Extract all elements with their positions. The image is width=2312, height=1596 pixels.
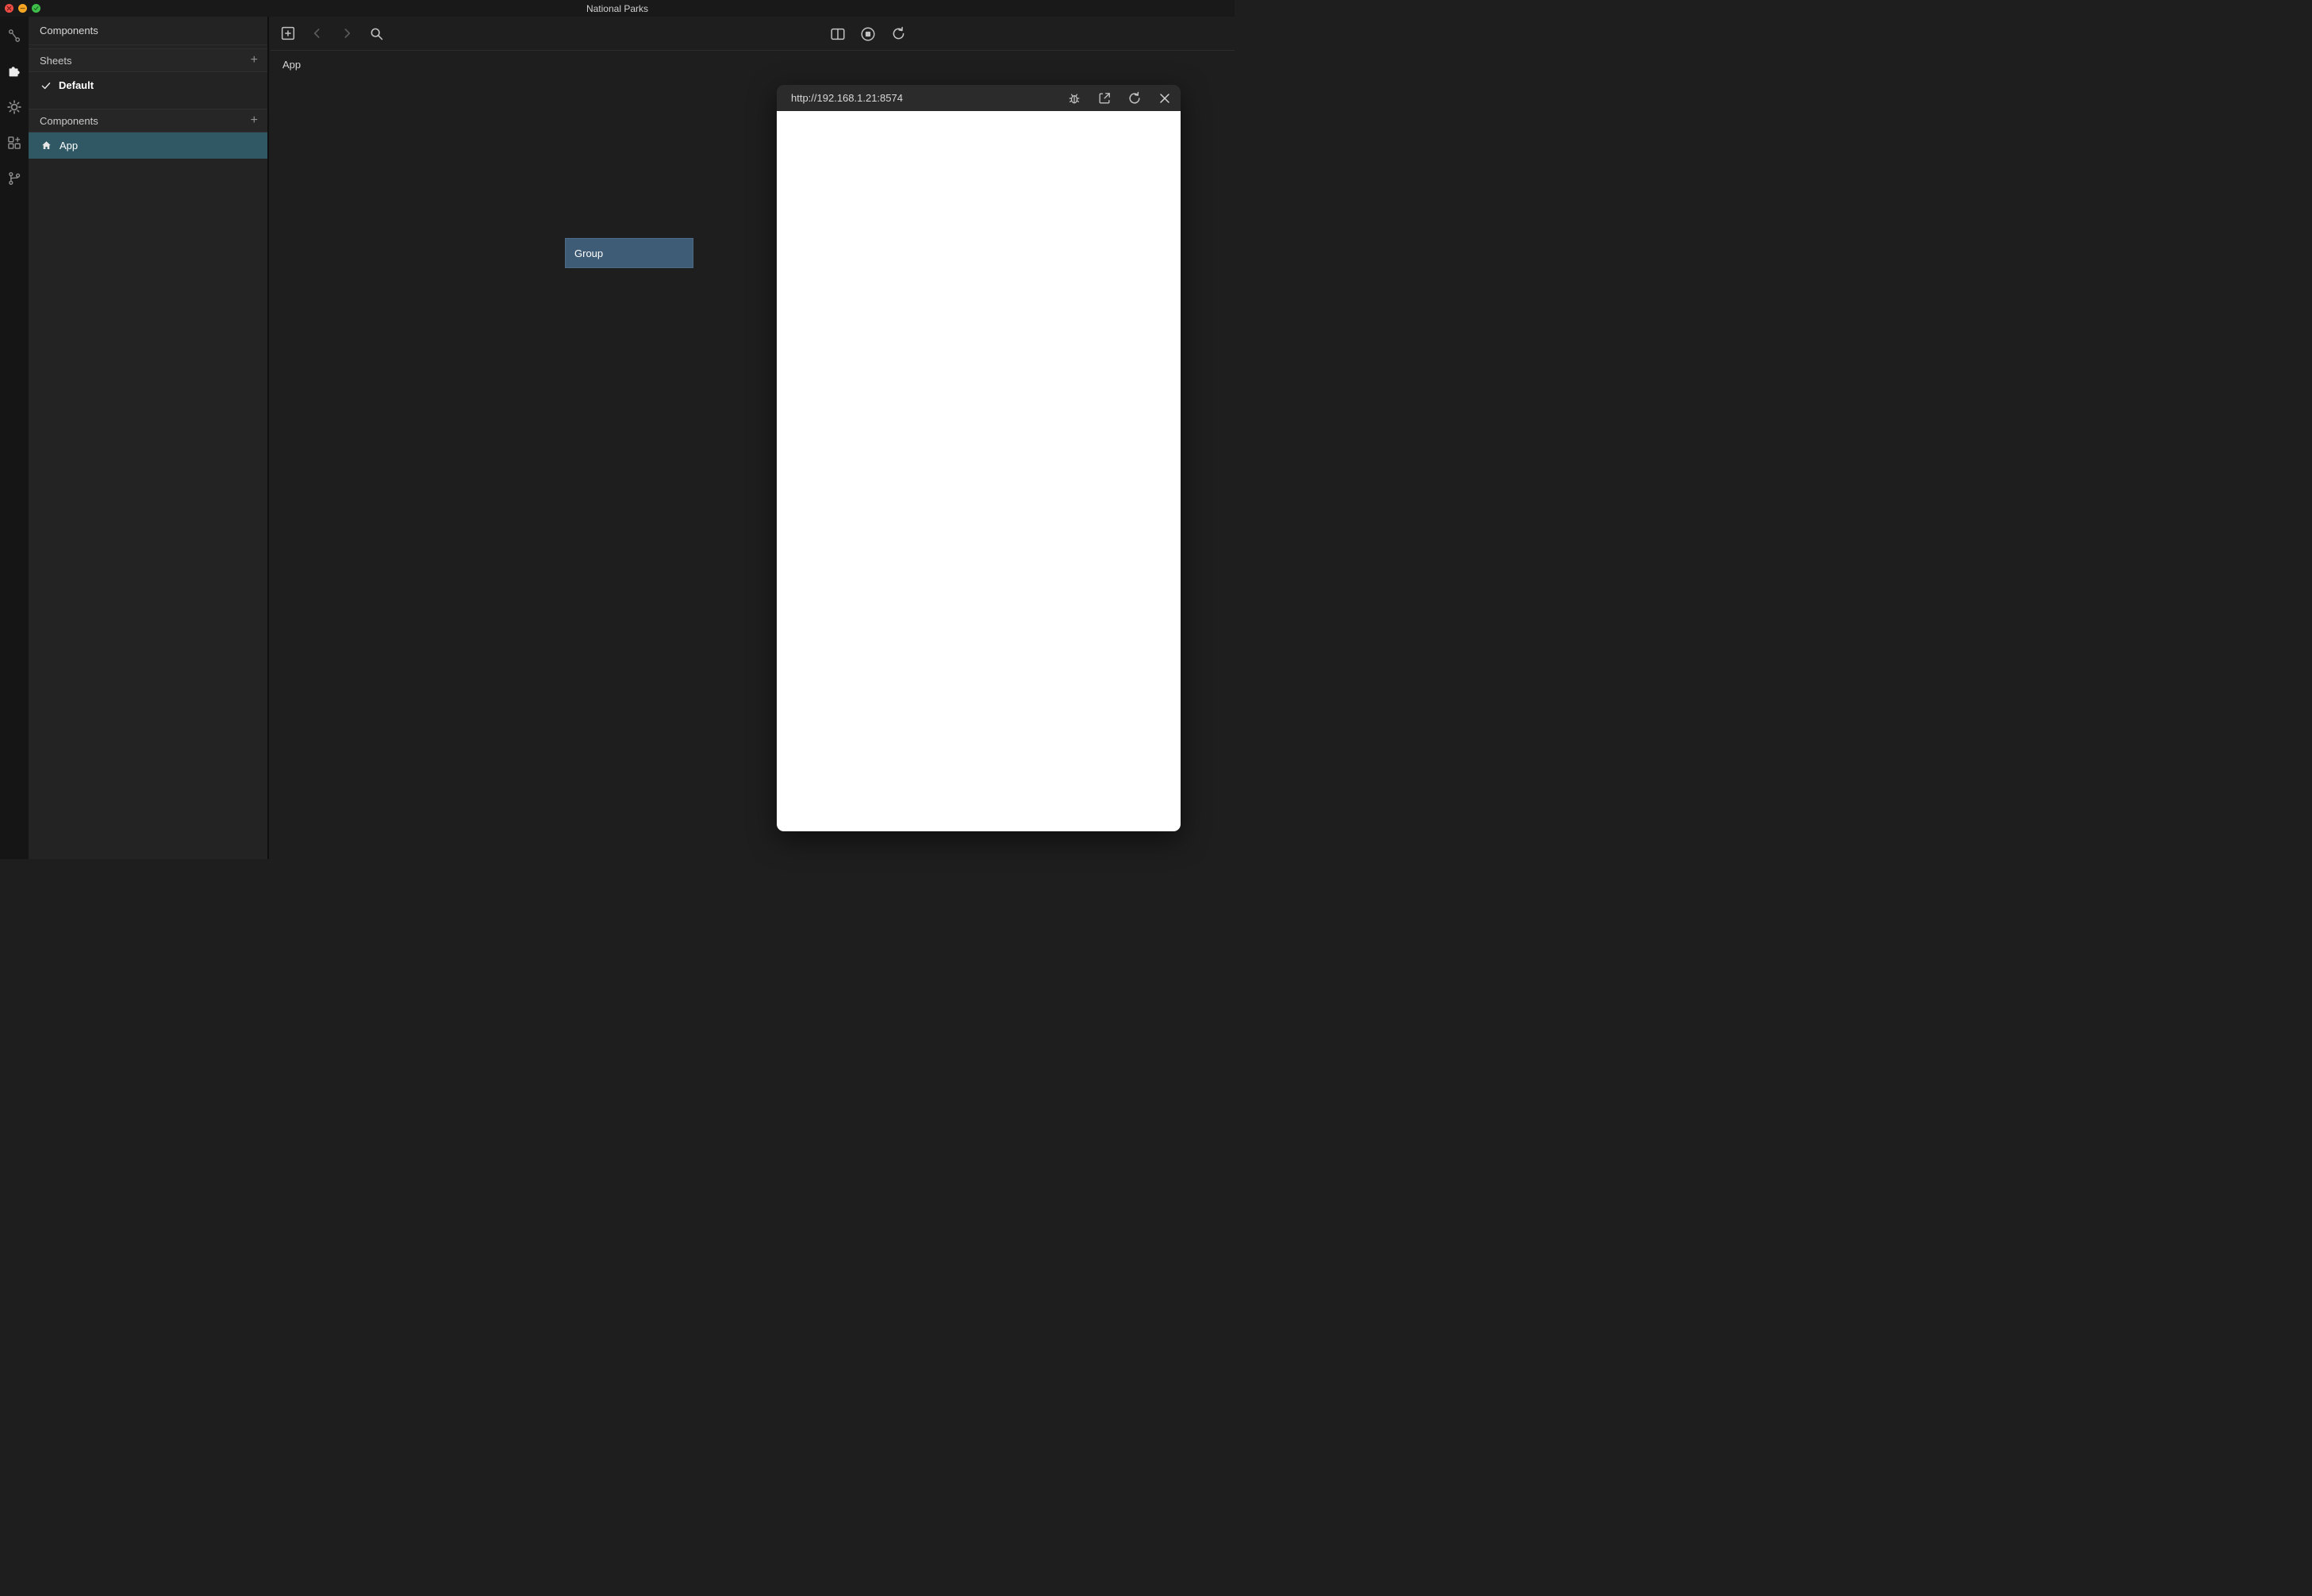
forward-button[interactable]: [337, 24, 356, 43]
stop-button[interactable]: [858, 25, 878, 44]
preview-actions: [1065, 85, 1174, 111]
add-window-button[interactable]: [278, 24, 298, 43]
close-icon: [6, 6, 12, 11]
add-window-icon: [279, 25, 297, 42]
window-controls: [5, 4, 40, 13]
components-section-label: Components: [40, 115, 251, 127]
refresh-button[interactable]: [889, 25, 908, 44]
refresh-icon: [890, 25, 907, 42]
open-external-button[interactable]: [1095, 89, 1114, 108]
component-item-label: App: [60, 140, 78, 152]
canvas-toolbar: [271, 17, 1235, 51]
maximize-icon: [33, 6, 39, 11]
sheets-section-label: Sheets: [40, 55, 251, 67]
breadcrumb[interactable]: App: [282, 59, 301, 71]
add-sheet-button[interactable]: +: [251, 54, 258, 67]
canvas-group[interactable]: Group: [565, 238, 693, 268]
back-button[interactable]: [308, 24, 327, 43]
minimize-window-button[interactable]: [18, 4, 27, 13]
component-item-app[interactable]: App: [29, 132, 267, 159]
sheet-item-label: Default: [59, 79, 94, 91]
nodes-icon[interactable]: [6, 27, 23, 44]
components-icon[interactable]: [6, 134, 23, 152]
sheets-section-header: Sheets +: [29, 48, 267, 72]
bug-icon: [1066, 90, 1082, 106]
canvas-group-label: Group: [574, 247, 603, 259]
check-icon: [40, 80, 52, 91]
split-view-button[interactable]: [828, 25, 847, 44]
gear-icon[interactable]: [6, 98, 23, 116]
preview-content[interactable]: [777, 111, 1181, 831]
minimize-icon: [20, 6, 25, 11]
titlebar: National Parks: [0, 0, 1235, 17]
search-button[interactable]: [367, 24, 386, 43]
chevron-right-icon: [339, 25, 355, 41]
open-external-icon: [1096, 90, 1112, 106]
maximize-window-button[interactable]: [32, 4, 40, 13]
preview-url[interactable]: http://192.168.1.21:8574: [791, 92, 903, 104]
debug-button[interactable]: [1065, 89, 1084, 108]
preview-refresh-button[interactable]: [1125, 89, 1144, 108]
components-section-header: Components +: [29, 109, 267, 132]
puzzle-icon[interactable]: [6, 63, 23, 80]
close-icon: [1157, 90, 1173, 106]
stop-icon: [859, 25, 877, 43]
close-window-button[interactable]: [5, 4, 13, 13]
sidebar-title: Components: [29, 17, 267, 45]
preview-header[interactable]: http://192.168.1.21:8574: [777, 85, 1181, 111]
preview-close-button[interactable]: [1155, 89, 1174, 108]
preview-window: http://192.168.1.21:8574: [777, 85, 1181, 831]
branch-icon[interactable]: [6, 170, 23, 187]
home-icon: [40, 140, 52, 152]
search-icon: [368, 25, 385, 42]
sidebar: Components Sheets + Default Components +…: [29, 17, 269, 859]
chevron-left-icon: [309, 25, 325, 41]
split-view-icon: [829, 25, 847, 43]
window-title: National Parks: [586, 3, 648, 14]
refresh-icon: [1127, 90, 1143, 106]
sheet-item-default[interactable]: Default: [29, 72, 267, 98]
add-component-button[interactable]: +: [251, 114, 258, 127]
toolbar-right-group: [828, 17, 908, 51]
activity-rail: [0, 17, 29, 859]
